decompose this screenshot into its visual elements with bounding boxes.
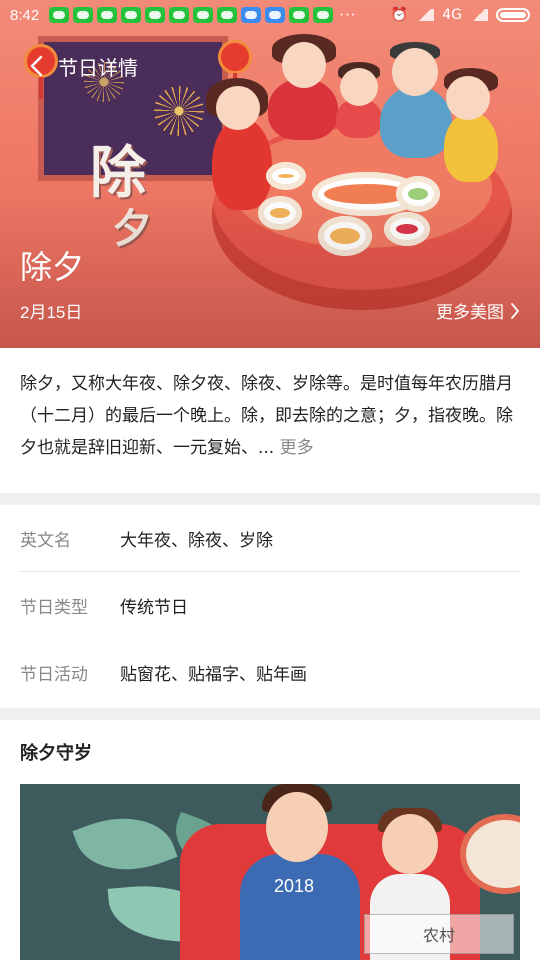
status-time: 8:42 (10, 6, 40, 24)
watermark: 农村 (364, 914, 514, 954)
description-more-link[interactable]: 更多 (280, 438, 314, 458)
wechat-icon (121, 7, 142, 23)
plant-illustration (72, 800, 178, 888)
status-indicators: ⏰ 4G (391, 7, 530, 23)
app-blue-icon (265, 7, 286, 23)
signal-icon (416, 9, 435, 21)
info-row-english-name: 英文名 大年夜、除夜、岁除 (20, 505, 520, 572)
more-notifications-icon: ··· (339, 6, 357, 24)
notification-icons (49, 7, 334, 23)
info-value: 大年夜、除夜、岁除 (120, 530, 273, 551)
info-label: 节日活动 (20, 665, 88, 685)
info-label: 英文名 (20, 530, 71, 551)
father-head (266, 792, 328, 862)
wechat-icon (313, 7, 334, 23)
info-label: 节日类型 (20, 598, 88, 618)
section-title: 除夕守岁 (20, 743, 92, 764)
section-divider (0, 708, 540, 720)
father-illustration (240, 854, 360, 960)
description-text: 除夕，又称大年夜、除夕夜、除夜、岁除等。是时值每年农历腊月（十二月）的最后一个晚… (20, 368, 520, 464)
info-value: 贴窗花、贴福字、贴年画 (120, 665, 307, 685)
more-pictures-link[interactable]: 更多美图 (436, 298, 520, 323)
wechat-icon (217, 7, 238, 23)
shirt-year-text: 2018 (274, 876, 315, 896)
back-icon[interactable] (16, 46, 56, 86)
section-divider (0, 493, 540, 505)
festival-description: 除夕，又称大年夜、除夕夜、除夜、岁除等。是时值每年农历腊月（十二月）的最后一个晚… (0, 348, 540, 493)
festival-info: 英文名 大年夜、除夜、岁除 节日类型 传统节日 节日活动 贴窗花、贴福字、贴年画 (0, 505, 540, 708)
wechat-icon (49, 7, 70, 23)
top-nav: 节日详情 (0, 46, 540, 86)
app-blue-icon (241, 7, 262, 23)
wechat-icon (289, 7, 310, 23)
battery-icon (496, 8, 530, 22)
custom-section: 除夕守岁 2018 农村 (0, 720, 540, 960)
wechat-icon (193, 7, 214, 23)
wechat-icon (73, 7, 94, 23)
alarm-icon: ⏰ (390, 7, 409, 23)
festival-title: 除夕 (20, 248, 85, 286)
wechat-icon (97, 7, 118, 23)
signal-icon (470, 9, 488, 21)
info-row-festival-activities: 节日活动 贴窗花、贴福字、贴年画 (20, 639, 520, 706)
festival-date: 2月15日 (20, 303, 83, 322)
section-illustration[interactable]: 2018 农村 (20, 784, 520, 960)
more-pictures-label: 更多美图 (436, 303, 504, 323)
wechat-icon (169, 7, 190, 23)
wechat-icon (145, 7, 166, 23)
status-bar: 8:42 ··· ⏰ 4G (0, 0, 540, 30)
chevron-right-icon (511, 302, 519, 319)
description-body: 除夕，又称大年夜、除夕夜、除夜、岁除等。是时值每年农历腊月（十二月）的最后一个晚… (20, 374, 513, 458)
network-type: 4G (442, 7, 462, 23)
info-value: 传统节日 (120, 598, 188, 618)
info-row-festival-type: 节日类型 传统节日 (20, 572, 520, 639)
page-title: 节日详情 (58, 55, 138, 80)
child-head (382, 814, 438, 874)
